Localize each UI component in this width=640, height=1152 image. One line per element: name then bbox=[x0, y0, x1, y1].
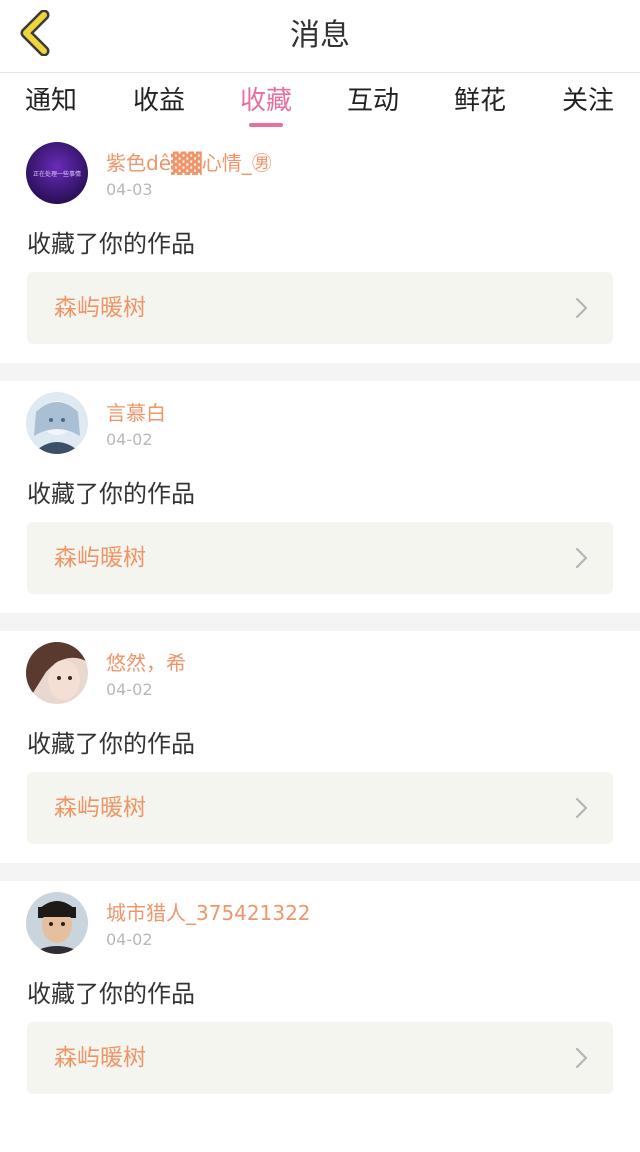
avatar[interactable] bbox=[26, 892, 88, 954]
divider bbox=[0, 613, 640, 631]
timestamp: 04-02 bbox=[106, 930, 153, 949]
timestamp: 04-02 bbox=[106, 430, 153, 449]
list-item: 悠然，希 04-02 收藏了你的作品 森屿暖树 bbox=[0, 631, 640, 863]
work-title: 森屿暖树 bbox=[54, 545, 146, 571]
list-item: 言慕白 04-02 收藏了你的作品 森屿暖树 bbox=[0, 381, 640, 613]
avatar[interactable]: 正在处理一些事情 bbox=[26, 142, 88, 204]
action-text: 收藏了你的作品 bbox=[27, 980, 195, 1008]
username[interactable]: 城市猎人_375421322 bbox=[106, 897, 311, 926]
list-item: 正在处理一些事情 紫色dê▓▓心情_㊚ 04-03 收藏了你的作品 森屿暖树 bbox=[0, 131, 640, 363]
message-list: 正在处理一些事情 紫色dê▓▓心情_㊚ 04-03 收藏了你的作品 森屿暖树 言… bbox=[0, 131, 640, 1113]
username[interactable]: 紫色dê▓▓心情_㊚ bbox=[106, 147, 272, 176]
chevron-right-icon bbox=[575, 297, 588, 319]
username[interactable]: 言慕白 bbox=[106, 397, 166, 426]
tab-flowers[interactable]: 鲜花 bbox=[430, 73, 530, 131]
list-item: 城市猎人_375421322 04-02 收藏了你的作品 森屿暖树 bbox=[0, 881, 640, 1113]
divider bbox=[0, 863, 640, 881]
tab-favorites[interactable]: 收藏 bbox=[216, 73, 316, 131]
work-title: 森屿暖树 bbox=[54, 295, 146, 321]
divider bbox=[0, 363, 640, 381]
timestamp: 04-02 bbox=[106, 680, 153, 699]
page-title: 消息 bbox=[290, 18, 350, 53]
avatar[interactable] bbox=[26, 642, 88, 704]
action-text: 收藏了你的作品 bbox=[27, 480, 195, 508]
tab-earnings[interactable]: 收益 bbox=[109, 73, 209, 131]
tab-interactions[interactable]: 互动 bbox=[323, 73, 423, 131]
work-card[interactable]: 森屿暖树 bbox=[27, 1022, 613, 1094]
work-title: 森屿暖树 bbox=[54, 1045, 146, 1071]
action-text: 收藏了你的作品 bbox=[27, 730, 195, 758]
timestamp: 04-03 bbox=[106, 180, 153, 199]
action-text: 收藏了你的作品 bbox=[27, 230, 195, 258]
tab-follows[interactable]: 关注 bbox=[538, 73, 638, 131]
chevron-right-icon bbox=[575, 547, 588, 569]
work-card[interactable]: 森屿暖树 bbox=[27, 272, 613, 344]
header-bar: 消息 bbox=[0, 0, 640, 73]
work-card[interactable]: 森屿暖树 bbox=[27, 772, 613, 844]
work-card[interactable]: 森屿暖树 bbox=[27, 522, 613, 594]
chevron-right-icon bbox=[575, 797, 588, 819]
work-title: 森屿暖树 bbox=[54, 795, 146, 821]
tab-notifications[interactable]: 通知 bbox=[1, 73, 101, 131]
avatar[interactable] bbox=[26, 392, 88, 454]
avatar-caption: 正在处理一些事情 bbox=[33, 170, 81, 178]
chevron-right-icon bbox=[575, 1047, 588, 1069]
username[interactable]: 悠然，希 bbox=[106, 647, 186, 676]
tab-bar: 通知 收益 收藏 互动 鲜花 关注 bbox=[0, 73, 640, 131]
